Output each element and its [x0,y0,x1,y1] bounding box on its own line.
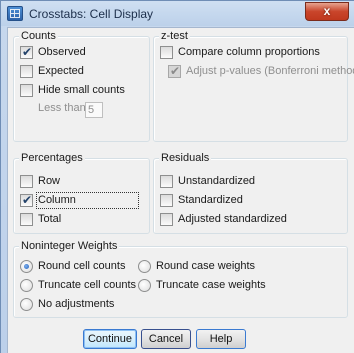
close-button[interactable]: x [305,2,349,21]
residuals-legend: Residuals [159,151,212,165]
unstandardized-check-icon[interactable] [160,175,173,188]
total-check-icon[interactable] [20,213,33,226]
adjusted-standardized-check-icon[interactable] [160,213,173,226]
adjusted-standardized-label: Adjusted standardized [178,213,287,225]
residuals-group: Residuals Unstandardized Standardized Ad… [153,151,348,234]
adjust-p-values-label: Adjust p-values (Bonferroni method) [186,65,354,77]
percentages-group: Percentages Row Column Total [13,151,150,234]
ztest-group: z-test Compare column proportions Adjust… [153,29,354,142]
unstandardized-label: Unstandardized [178,175,256,187]
dialog-body: Counts Observed Expected Hide small coun… [7,27,354,353]
row-label: Row [38,175,61,187]
cancel-button[interactable]: Cancel [141,329,191,349]
counts-group: Counts Observed Expected Hide small coun… [13,29,150,142]
round-case-weights-radio-icon[interactable] [138,260,151,273]
total-label: Total [38,213,62,225]
round-case-weights-label: Round case weights [156,260,256,272]
title-bar[interactable]: Crosstabs: Cell Display x [1,1,354,26]
hide-small-counts-label: Hide small counts [38,84,125,96]
row-check-icon[interactable] [20,175,33,188]
less-than-label: Less than [38,102,86,114]
adjust-p-values-check-icon [168,63,181,79]
help-button[interactable]: Help [196,329,246,349]
cell-display-dialog: Crosstabs: Cell Display x Counts Observe… [0,0,354,353]
column-focus-ring [36,192,139,209]
expected-check-icon[interactable] [20,65,33,78]
hide-small-counts-check-icon[interactable] [20,84,33,97]
ztest-legend: z-test [159,29,190,43]
window-title: Crosstabs: Cell Display [29,7,154,21]
less-than-input[interactable]: 5 [85,102,103,118]
compare-column-proportions-label: Compare column proportions [178,46,320,58]
round-cell-counts-label: Round cell counts [38,260,126,272]
compare-column-proportions-check-icon[interactable] [160,46,173,59]
standardized-label: Standardized [178,194,243,206]
truncate-cell-counts-label: Truncate cell counts [38,279,137,291]
continue-button[interactable]: Continue [83,329,137,349]
observed-label: Observed [38,46,86,58]
percentages-legend: Percentages [19,151,85,165]
round-cell-counts-radio-icon[interactable] [20,260,33,273]
truncate-case-weights-radio-icon[interactable] [138,279,151,292]
truncate-case-weights-label: Truncate case weights [156,279,266,291]
table-icon [7,6,23,21]
standardized-check-icon[interactable] [160,194,173,207]
no-adjustments-label: No adjustments [38,298,115,310]
column-check-icon[interactable] [20,192,33,208]
expected-label: Expected [38,65,84,77]
no-adjustments-radio-icon[interactable] [20,298,33,311]
observed-check-icon[interactable] [20,44,33,60]
truncate-cell-counts-radio-icon[interactable] [20,279,33,292]
counts-legend: Counts [19,29,58,43]
noninteger-weights-legend: Noninteger Weights [19,239,120,253]
noninteger-weights-group: Noninteger Weights Round cell counts Rou… [13,239,348,318]
